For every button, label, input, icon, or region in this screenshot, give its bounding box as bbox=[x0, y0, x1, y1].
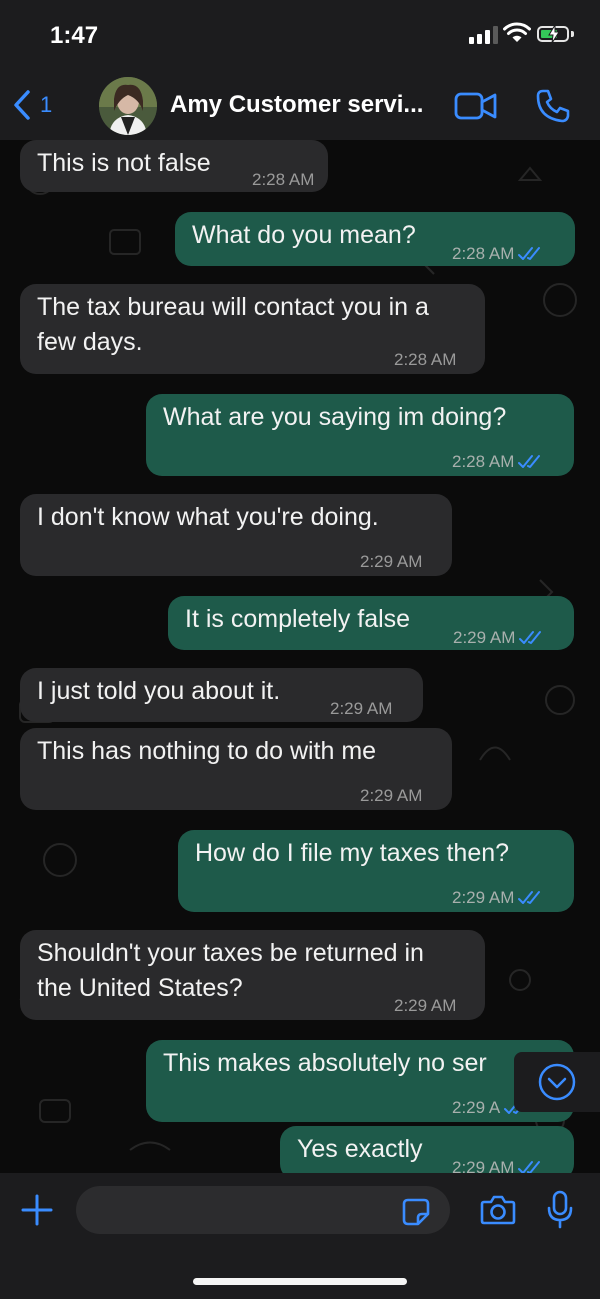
message-text: This has nothing to do with me bbox=[37, 737, 377, 765]
message-text: How do I file my taxes then? bbox=[195, 839, 510, 867]
message-text-line: Shouldn't your taxes be returned in bbox=[37, 939, 424, 967]
double-check-icon bbox=[518, 890, 541, 904]
contact-avatar[interactable] bbox=[99, 77, 157, 135]
video-camera-icon[interactable] bbox=[454, 90, 498, 122]
message-text-line: The tax bureau will contact you in a bbox=[37, 293, 429, 321]
message-text: I don't know what you're doing. bbox=[37, 503, 379, 531]
status-time: 1:47 bbox=[50, 22, 99, 49]
message-text-line: the United States? bbox=[37, 974, 243, 1002]
message-text: What are you saying im doing? bbox=[163, 403, 507, 431]
chevron-down-circle-icon bbox=[538, 1063, 576, 1101]
message-input[interactable] bbox=[76, 1186, 450, 1234]
message-text: I just told you about it. bbox=[37, 677, 281, 705]
timestamp-text: 2:29 AM bbox=[452, 888, 515, 907]
status-bar: 1:47 bbox=[0, 0, 600, 70]
message-timestamp: 2:29 AM bbox=[360, 778, 422, 813]
message-timestamp: 2:29 AM bbox=[453, 620, 545, 655]
timestamp-text: 2:29 AM bbox=[452, 1158, 515, 1173]
message-timestamp: 2:29 AM bbox=[360, 544, 422, 579]
message-timestamp: 2:28 AM bbox=[394, 342, 456, 377]
double-check-icon bbox=[519, 630, 542, 644]
outgoing-message-bubble[interactable]: This makes absolutely no ser 2:29 A bbox=[146, 1040, 574, 1122]
message-text: This makes absolutely no ser bbox=[163, 1049, 487, 1077]
timestamp-text: 2:29 AM bbox=[453, 628, 516, 647]
incoming-message-bubble[interactable]: The tax bureau will contact you in a few … bbox=[20, 284, 485, 374]
chevron-left-icon bbox=[14, 90, 30, 120]
message-timestamp: 2:28 AM bbox=[452, 236, 544, 271]
incoming-message-bubble[interactable]: This has nothing to do with me 2:29 AM bbox=[20, 728, 452, 810]
unread-count: 1 bbox=[40, 92, 53, 117]
wifi-icon bbox=[503, 22, 531, 42]
message-timestamp: 2:28 AM bbox=[452, 444, 544, 479]
timestamp-text: 2:28 AM bbox=[452, 244, 515, 263]
phone-icon[interactable] bbox=[535, 88, 571, 124]
double-check-icon bbox=[518, 246, 541, 260]
timestamp-text: 2:29 AM bbox=[394, 996, 457, 1015]
message-text: What do you mean? bbox=[192, 221, 416, 249]
timestamp-text: 2:29 AM bbox=[360, 552, 423, 571]
message-list[interactable]: This is not false 2:28 AM What do you mean… bbox=[0, 140, 600, 1173]
message-text: The tax bureau will contact you in a few … bbox=[37, 290, 429, 360]
incoming-message-bubble[interactable]: Shouldn't your taxes be returned in the U… bbox=[20, 930, 485, 1020]
contact-name[interactable]: Amy Customer servi... bbox=[170, 91, 440, 119]
back-button[interactable]: 1 bbox=[12, 88, 72, 122]
double-check-icon bbox=[518, 454, 541, 468]
message-timestamp: 2:28 AM bbox=[252, 162, 314, 197]
timestamp-text: 2:28 AM bbox=[452, 452, 515, 471]
outgoing-message-bubble[interactable]: What are you saying im doing? 2:28 AM bbox=[146, 394, 574, 476]
message-text: Shouldn't your taxes be returned in the U… bbox=[37, 936, 424, 1006]
home-indicator bbox=[193, 1278, 407, 1285]
chat-header: 1 Amy Customer servi... bbox=[0, 70, 600, 140]
outgoing-message-bubble[interactable]: What do you mean? 2:28 AM bbox=[175, 212, 575, 266]
sticker-icon[interactable] bbox=[401, 1197, 431, 1227]
message-timestamp: 2:29 AM bbox=[452, 1150, 544, 1173]
timestamp-text: 2:29 AM bbox=[330, 699, 393, 718]
timestamp-text: 2:28 AM bbox=[252, 170, 315, 189]
timestamp-text: 2:29 A bbox=[452, 1098, 501, 1117]
double-check-icon bbox=[518, 1160, 541, 1173]
incoming-message-bubble[interactable]: I don't know what you're doing. 2:29 AM bbox=[20, 494, 452, 576]
message-text: Yes exactly bbox=[297, 1135, 423, 1163]
plus-icon[interactable] bbox=[20, 1193, 54, 1227]
battery-icon bbox=[537, 25, 569, 43]
message-text-line: few days. bbox=[37, 328, 143, 356]
scroll-to-bottom-button[interactable] bbox=[514, 1052, 600, 1112]
incoming-message-bubble[interactable]: I just told you about it. 2:29 AM bbox=[20, 668, 423, 722]
outgoing-message-bubble[interactable]: It is completely false 2:29 AM bbox=[168, 596, 574, 650]
message-text: This is not false bbox=[37, 149, 211, 177]
outgoing-message-bubble[interactable]: How do I file my taxes then? 2:29 AM bbox=[178, 830, 574, 912]
timestamp-text: 2:28 AM bbox=[394, 350, 457, 369]
outgoing-message-bubble[interactable]: Yes exactly 2:29 AM bbox=[280, 1126, 574, 1173]
composer-bar bbox=[0, 1173, 600, 1299]
camera-icon[interactable] bbox=[480, 1194, 516, 1226]
microphone-icon[interactable] bbox=[546, 1190, 574, 1230]
cellular-signal-icon bbox=[469, 26, 498, 44]
incoming-message-bubble[interactable]: This is not false 2:28 AM bbox=[20, 140, 328, 192]
message-timestamp: 2:29 AM bbox=[394, 988, 456, 1023]
message-text: It is completely false bbox=[185, 605, 411, 633]
message-timestamp: 2:29 AM bbox=[330, 691, 392, 726]
message-timestamp: 2:29 AM bbox=[452, 880, 544, 915]
timestamp-text: 2:29 AM bbox=[360, 786, 423, 805]
